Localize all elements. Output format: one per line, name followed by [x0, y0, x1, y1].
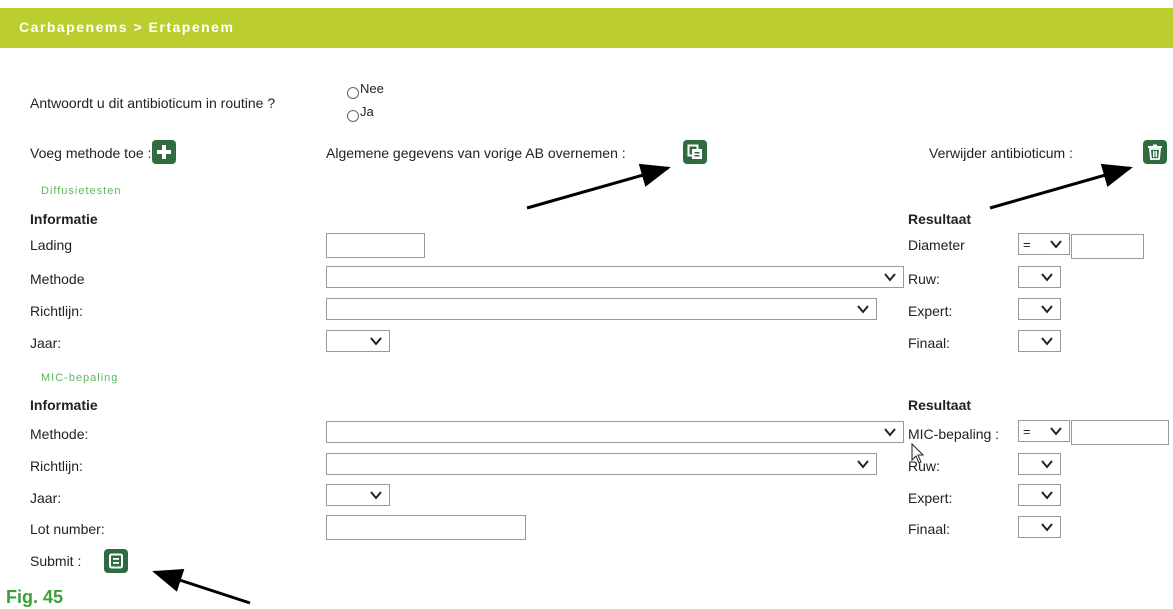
methode-label: Methode	[30, 271, 85, 287]
chevron-down-icon	[370, 491, 382, 500]
lot-number-label: Lot number:	[30, 521, 105, 537]
mic-expert-label: Expert:	[908, 490, 953, 506]
lading-label: Lading	[30, 237, 73, 253]
mic-jaar-select[interactable]	[326, 484, 390, 506]
form-icon	[109, 553, 123, 569]
diffusion-methode-select[interactable]	[326, 266, 904, 288]
mic-operator-select[interactable]: =	[1018, 420, 1070, 442]
diffusion-section-title: Diffusietesten	[41, 185, 122, 197]
arrow-to-delete-button	[989, 163, 1133, 210]
mic-info-heading: Informatie	[30, 397, 98, 413]
diameter-operator-select[interactable]: =	[1018, 233, 1070, 255]
diffusion-finaal-select[interactable]	[1018, 330, 1061, 352]
mic-result-heading: Resultaat	[908, 397, 972, 413]
diffusion-richtlijn-select[interactable]	[326, 298, 877, 320]
mic-operator-value: =	[1023, 423, 1031, 439]
mic-richtlijn-label: Richtlijn:	[30, 458, 83, 474]
chevron-down-icon	[1041, 273, 1053, 282]
lot-number-input[interactable]	[326, 515, 526, 540]
mic-ruw-select[interactable]	[1018, 453, 1061, 475]
mic-finaal-label: Finaal:	[908, 521, 951, 537]
lading-input[interactable]	[326, 233, 425, 258]
chevron-down-icon	[1041, 305, 1053, 314]
mic-finaal-select[interactable]	[1018, 516, 1061, 538]
chevron-down-icon	[370, 337, 382, 346]
ruw-label: Ruw:	[908, 271, 940, 287]
chevron-down-icon	[1050, 427, 1062, 436]
chevron-down-icon	[857, 460, 869, 469]
submit-label: Submit :	[30, 553, 82, 569]
chevron-down-icon	[1041, 523, 1053, 532]
mic-richtlijn-select[interactable]	[326, 453, 877, 475]
mic-input[interactable]	[1071, 420, 1169, 445]
diffusion-jaar-select[interactable]	[326, 330, 390, 352]
mic-expert-select[interactable]	[1018, 484, 1061, 506]
mouse-cursor-icon	[911, 443, 925, 464]
chevron-down-icon	[1041, 337, 1053, 346]
chevron-down-icon	[1041, 460, 1053, 469]
chevron-down-icon	[884, 273, 896, 282]
chevron-down-icon	[1041, 491, 1053, 500]
mic-methode-select[interactable]	[326, 421, 904, 443]
diameter-label: Diameter	[908, 237, 965, 253]
diffusion-expert-select[interactable]	[1018, 298, 1061, 320]
diameter-input[interactable]	[1071, 234, 1144, 259]
finaal-label: Finaal:	[908, 335, 951, 351]
diameter-operator-value: =	[1023, 236, 1031, 252]
mic-section-title: MIC-bepaling	[41, 372, 119, 384]
figure-label: Fig. 45	[6, 587, 64, 607]
expert-label: Expert:	[908, 303, 953, 319]
jaar-label: Jaar:	[30, 335, 62, 351]
arrow-to-submit-button	[152, 568, 251, 605]
mic-bepaling-label: MIC-bepaling :	[908, 426, 1000, 442]
mic-jaar-label: Jaar:	[30, 490, 62, 506]
chevron-down-icon	[884, 428, 896, 437]
arrow-to-copy-button	[526, 163, 671, 210]
chevron-down-icon	[857, 305, 869, 314]
diffusion-result-heading: Resultaat	[908, 211, 972, 227]
richtlijn-label: Richtlijn:	[30, 303, 83, 319]
diffusion-info-heading: Informatie	[30, 211, 98, 227]
diffusion-ruw-select[interactable]	[1018, 266, 1061, 288]
chevron-down-icon	[1050, 240, 1062, 249]
submit-button[interactable]	[104, 549, 128, 573]
mic-methode-label: Methode:	[30, 426, 89, 442]
